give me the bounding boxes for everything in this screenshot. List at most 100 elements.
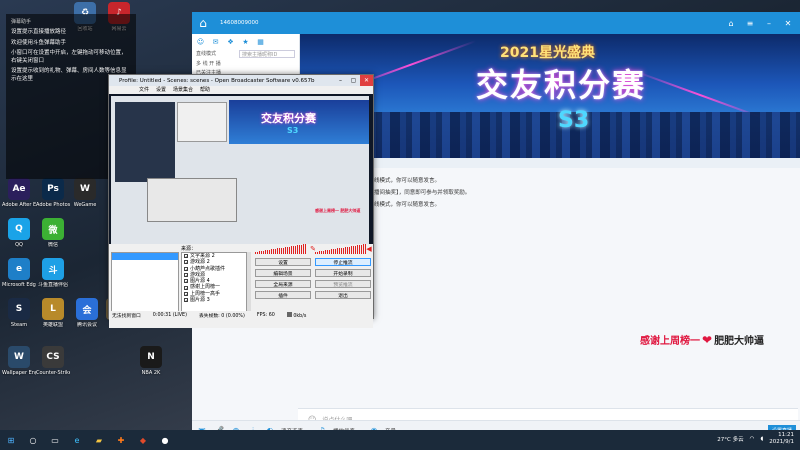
stop-stream-button[interactable]: 停止推流 (315, 258, 371, 266)
clock-date[interactable]: 2021/9/1 (769, 439, 794, 446)
source-checkbox[interactable]: ✓ (184, 279, 188, 284)
menu-settings[interactable]: 设置 (156, 86, 166, 94)
maximize-icon[interactable]: ▢ (347, 75, 360, 86)
fps-readout: FPS: 60 (256, 312, 275, 318)
desktop-icon[interactable]: Ae Adobe After Effects (2, 178, 36, 208)
live-app-icon[interactable]: ✚ (114, 433, 128, 447)
app-icon: CS (42, 346, 64, 368)
clock-time[interactable]: 11:21 (769, 432, 794, 439)
minimize-icon[interactable]: – (761, 15, 777, 31)
app-icon: 斗 (42, 258, 64, 280)
sources-label: 来源： (181, 246, 197, 252)
source-checkbox[interactable]: ✓ (184, 285, 188, 290)
desktop-icon[interactable]: Q QQ (2, 218, 36, 248)
desktop-icon-label: QQ (15, 242, 23, 248)
mode-label[interactable]: 直线模式 (196, 50, 216, 58)
person-icon[interactable]: ☺ (196, 37, 205, 46)
mic-level-meter (255, 244, 307, 254)
desktop-icon[interactable]: 会腾讯会议 (70, 298, 104, 328)
desktop-icon-label: Adobe After Effects (2, 202, 36, 208)
status-indicator (286, 311, 292, 317)
desktop-icon[interactable]: W Wallpaper Engine (2, 346, 36, 376)
source-label: 图片源 3 (190, 297, 210, 304)
dropped-frames: 丢失帧数: 0 (0.00%) (198, 313, 245, 319)
desktop-icon[interactable]: CS Counter-Strike (36, 346, 70, 376)
start-record-button[interactable]: 开始录制 (315, 269, 371, 277)
source-checkbox[interactable]: ✓ (184, 298, 188, 303)
source-checkbox[interactable]: ✓ (184, 266, 188, 271)
preview-stream-button[interactable]: 预览推流 (315, 280, 371, 288)
chat-icon[interactable]: ✉ (211, 37, 220, 46)
app-icon: L (42, 298, 64, 320)
task-view-icon[interactable]: ▭ (48, 433, 62, 447)
source-checkbox[interactable]: ✓ (184, 273, 188, 278)
windows-start-icon[interactable]: ⊞ (4, 433, 18, 447)
desktop-icon[interactable]: W WeGame (68, 178, 102, 208)
gift-name: 肥肥大帅逼 (714, 336, 765, 347)
scenes-list[interactable] (111, 252, 179, 318)
home-icon[interactable]: ⌂ (192, 12, 214, 34)
file-explorer-icon[interactable]: ▰ (92, 433, 106, 447)
search-input[interactable]: 搜索主播昵称ID (239, 50, 295, 58)
desktop-icon[interactable]: 微微信 (36, 218, 70, 248)
app-icon: W (74, 178, 96, 200)
plugins-button[interactable]: 插件 (255, 291, 311, 299)
desktop-icon-label: 英雄联盟 (42, 322, 63, 328)
desktop-icon[interactable]: N NBA 2K (134, 346, 168, 376)
menu-icon[interactable]: ≡ (742, 15, 758, 31)
obs-status-bar: 无法找到窗口 0:00:31 (LIVE) 丢失帧数: 0 (0.00%) FP… (109, 311, 373, 319)
desktop-icon[interactable]: S Steam (2, 298, 36, 328)
obs-icon[interactable]: ● (158, 433, 172, 447)
desktop-icon-label: Wallpaper Engine (2, 370, 36, 376)
exit-button[interactable]: 退出 (315, 291, 371, 299)
weather-readout[interactable]: 27°C 多云 (717, 435, 743, 443)
desktop-icon[interactable]: L 英雄联盟 (36, 298, 70, 328)
danmaku-line: 小窗口可在设置中开启，左键拖动可移动位置，右键关闭窗口 (11, 50, 127, 64)
close-icon[interactable]: ✕ (780, 15, 796, 31)
user-id-stat: 14608009000 (220, 20, 259, 26)
source-checkbox[interactable]: ✓ (184, 291, 188, 296)
source-item[interactable]: ✓ 图片源 3 (182, 297, 246, 303)
event-banner: 2021星光盛典 交友积分赛 S3 (300, 34, 800, 158)
desktop-icon-label: 腾讯会议 (76, 322, 97, 328)
menu-scene-collection[interactable]: 场景集合 (173, 86, 193, 94)
gift-icon[interactable]: ❖ (226, 37, 235, 46)
search-icon[interactable]: ○ (26, 433, 40, 447)
system-tray: 27°C 多云 ◠ ◖ 11:21 2021/9/1 (717, 432, 794, 446)
app-icon: W (8, 346, 30, 368)
multi-line-label[interactable]: 多 线 开 播 (196, 60, 221, 67)
close-icon[interactable]: ✕ (360, 75, 373, 86)
speaker-icon[interactable]: ◀ (365, 245, 373, 253)
desktop-icon-label: NBA 2K (141, 370, 161, 376)
global-source-button[interactable]: 全局来源 (255, 280, 311, 288)
preview-banner: 交友积分赛 S3 (229, 100, 369, 144)
grid-icon[interactable]: ▦ (256, 37, 265, 46)
menu-file[interactable]: 文件 (139, 86, 149, 94)
network-icon[interactable]: ◠ (750, 436, 755, 442)
source-checkbox[interactable]: ✓ (184, 260, 188, 265)
volume-icon[interactable]: ◖ (760, 436, 763, 442)
desktop-icon-label: WeGame (73, 202, 97, 208)
star-icon[interactable]: ★ (241, 37, 250, 46)
desktop-icon-label: 微信 (47, 242, 58, 248)
desktop-icon-label: Counter-Strike (36, 370, 70, 376)
app-icon: 微 (42, 218, 64, 240)
banner-title: 交友积分赛 (476, 66, 647, 104)
sources-scrollbar[interactable] (247, 252, 251, 318)
desktop-icon[interactable]: Ps Adobe Photoshop (36, 178, 70, 208)
desktop-icon[interactable]: e Microsoft Edge (2, 258, 36, 288)
sources-list[interactable]: ✓ 文字来源 2 ✓ 游戏源 2 ✓ 小葫芦点歌插件 ✓ 游戏源 ✓ 图片源 4 ✓ 感谢上周榜一 ✓ 上… (181, 252, 247, 318)
source-checkbox[interactable]: ✓ (184, 254, 188, 259)
danmaku-header: 弹幕助手 (11, 19, 32, 25)
settings-button[interactable]: 设置 (255, 258, 311, 266)
home-button-icon[interactable]: ⌂ (723, 15, 739, 31)
app-top-bar: ⌂ 14608009000 ⌂ ≡ – ✕ (192, 12, 800, 34)
app-icon: Ps (42, 178, 64, 200)
obs-title-bar[interactable]: Profile: Untitled - Scenes: scenes - Ope… (109, 75, 373, 86)
desktop-icon[interactable]: 斗斗鱼直播伴侣 (36, 258, 70, 288)
edge-icon[interactable]: e (70, 433, 84, 447)
minimize-icon[interactable]: – (334, 75, 347, 86)
menu-help[interactable]: 帮助 (200, 86, 210, 94)
edit-scene-button[interactable]: 编辑场景 (255, 269, 311, 277)
game-icon[interactable]: ◆ (136, 433, 150, 447)
